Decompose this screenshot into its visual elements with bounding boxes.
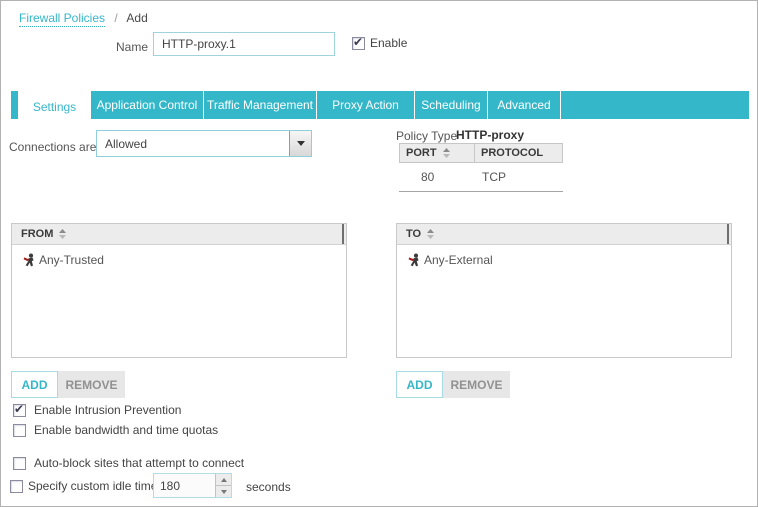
- sort-icon: [58, 229, 67, 239]
- port-cell: 80: [399, 163, 475, 191]
- to-panel: TO Any-External: [396, 223, 732, 358]
- bandwidth-quotas-row: Enable bandwidth and time quotas: [13, 423, 218, 437]
- to-header-label: TO: [406, 228, 421, 240]
- tab-bar-lead: [11, 91, 19, 119]
- list-item-label: Any-External: [424, 253, 493, 267]
- bandwidth-quotas-label: Enable bandwidth and time quotas: [34, 423, 218, 437]
- ports-table-header: PORT PROTOCOL: [399, 143, 563, 163]
- from-panel: FROM Any-Trusted: [11, 223, 347, 358]
- spinner-stepper: [215, 474, 231, 497]
- policy-type-value: HTTP-proxy: [456, 128, 524, 142]
- sort-icon: [426, 229, 435, 239]
- firewall-policy-add-page: Firewall Policies / Add Name Enable Sett…: [0, 0, 758, 507]
- policy-type-label: Policy Type: [396, 129, 457, 143]
- list-item-any-trusted[interactable]: Any-Trusted: [12, 245, 346, 267]
- idle-timeout-spinner: [153, 473, 232, 498]
- chevron-up-icon: [221, 478, 227, 482]
- table-row: 80 TCP: [399, 163, 563, 192]
- auto-block-row: Auto-block sites that attempt to connect: [13, 456, 244, 470]
- intrusion-prevention-checkbox[interactable]: [13, 404, 26, 417]
- policy-ports-table: PORT PROTOCOL 80 TCP: [399, 143, 563, 192]
- bandwidth-quotas-checkbox[interactable]: [13, 424, 26, 437]
- spinner-down-button[interactable]: [216, 486, 231, 497]
- column-resize-handle[interactable]: [342, 224, 344, 244]
- tab-bar-filler: [561, 91, 749, 119]
- port-header-label: PORT: [406, 147, 437, 159]
- from-remove-button[interactable]: REMOVE: [58, 371, 125, 398]
- enable-row: Enable: [352, 36, 407, 50]
- from-button-row: ADD REMOVE: [11, 371, 125, 398]
- list-item-any-external[interactable]: Any-External: [397, 245, 731, 267]
- to-button-row: ADD REMOVE: [396, 371, 510, 398]
- idle-timeout-unit-label: seconds: [246, 480, 291, 494]
- tab-settings[interactable]: Settings: [19, 91, 91, 122]
- to-column-header[interactable]: TO: [397, 224, 731, 245]
- intrusion-prevention-row: Enable Intrusion Prevention: [13, 403, 181, 417]
- connections-selected-value: Allowed: [97, 131, 289, 156]
- from-column-header[interactable]: FROM: [12, 224, 346, 245]
- port-column-header[interactable]: PORT: [399, 143, 475, 163]
- tab-proxy-action[interactable]: Proxy Action: [317, 91, 415, 119]
- sort-icon: [442, 148, 451, 158]
- to-add-button[interactable]: ADD: [396, 371, 443, 398]
- chevron-down-icon: [297, 141, 305, 146]
- column-resize-handle[interactable]: [727, 224, 729, 244]
- breadcrumb: Firewall Policies / Add: [19, 11, 148, 25]
- chevron-down-icon: [221, 490, 227, 494]
- idle-timeout-checkbox[interactable]: [10, 480, 23, 493]
- enable-checkbox[interactable]: [352, 37, 365, 50]
- protocol-cell: TCP: [475, 163, 563, 191]
- tab-advanced[interactable]: Advanced: [488, 91, 561, 119]
- tab-traffic-management[interactable]: Traffic Management: [204, 91, 317, 119]
- alias-icon: [408, 253, 421, 267]
- connections-are-label: Connections are: [9, 140, 96, 154]
- connections-select[interactable]: Allowed: [96, 130, 312, 157]
- tab-bar: Settings Application Control Traffic Man…: [11, 91, 749, 119]
- from-add-button[interactable]: ADD: [11, 371, 58, 398]
- intrusion-prevention-label: Enable Intrusion Prevention: [34, 403, 181, 417]
- alias-icon: [23, 253, 36, 267]
- tab-application-control[interactable]: Application Control: [91, 91, 204, 119]
- policy-name-input[interactable]: [153, 32, 335, 56]
- idle-timeout-input[interactable]: [154, 474, 215, 497]
- breadcrumb-current: Add: [126, 11, 147, 25]
- to-remove-button[interactable]: REMOVE: [443, 371, 510, 398]
- connections-select-arrow-button[interactable]: [289, 131, 311, 156]
- idle-timeout-row: Specify custom idle timeout: [10, 479, 174, 493]
- breadcrumb-firewall-policies-link[interactable]: Firewall Policies: [19, 11, 105, 27]
- auto-block-checkbox[interactable]: [13, 457, 26, 470]
- protocol-header-label: PROTOCOL: [481, 147, 543, 159]
- protocol-column-header[interactable]: PROTOCOL: [475, 143, 563, 163]
- auto-block-label: Auto-block sites that attempt to connect: [34, 456, 244, 470]
- breadcrumb-separator: /: [114, 11, 117, 25]
- list-item-label: Any-Trusted: [39, 253, 104, 267]
- enable-label: Enable: [370, 36, 407, 50]
- spinner-up-button[interactable]: [216, 474, 231, 486]
- from-header-label: FROM: [21, 228, 53, 240]
- name-label: Name: [116, 40, 148, 54]
- tab-scheduling[interactable]: Scheduling: [415, 91, 488, 119]
